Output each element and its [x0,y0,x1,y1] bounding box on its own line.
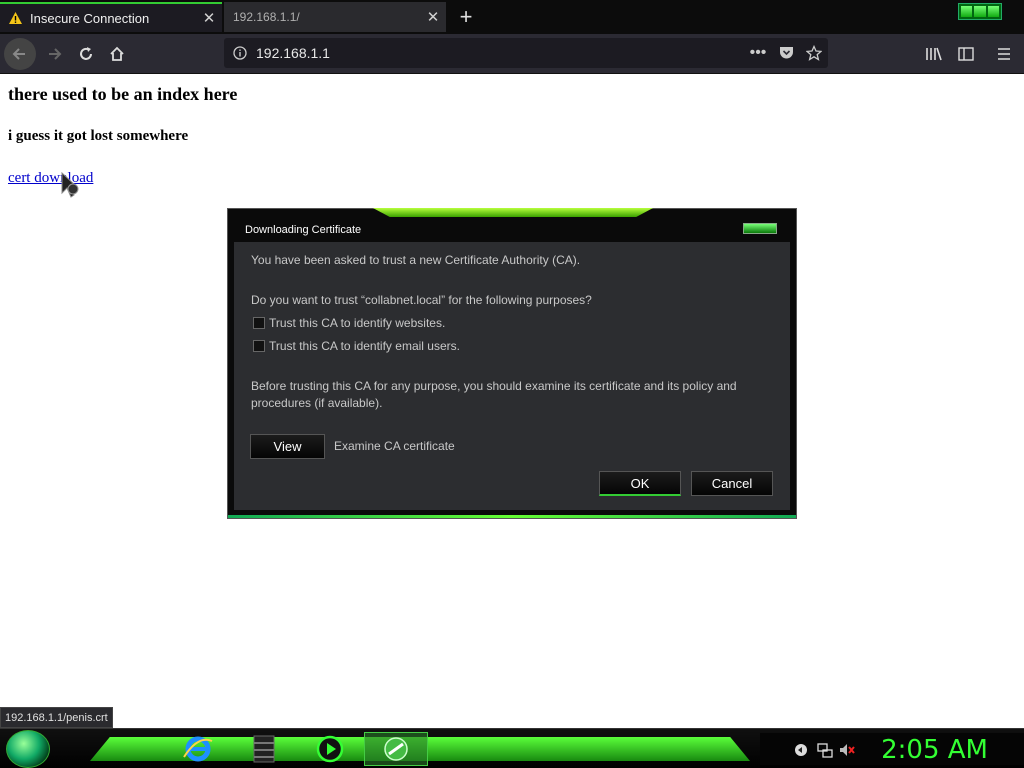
reload-icon [80,47,92,60]
pocket-icon[interactable] [772,46,800,60]
library-icon[interactable] [918,38,950,70]
back-button[interactable] [4,38,36,70]
window-controls[interactable] [958,3,1002,20]
url-text[interactable]: 192.168.1.1 [256,45,744,61]
trust-websites-checkbox[interactable] [253,317,265,329]
dialog-intro-text: You have been asked to trust a new Certi… [251,253,581,267]
dialog-warning-text: Before trusting this CA for any purpose,… [251,379,737,410]
forward-arrow-icon [49,48,62,60]
tab-strip: Insecure Connection ✕ 192.168.1.1/ ✕ + [0,0,1024,34]
volume-muted-icon[interactable] [838,741,856,759]
sidebar-icon[interactable] [950,38,982,70]
trust-email-checkbox[interactable] [253,340,265,352]
forward-button[interactable] [38,38,70,70]
tab-title: Insecure Connection [30,10,150,26]
trust-email-checkbox-row[interactable]: Trust this CA to identify email users. [253,339,460,353]
taskbar: 2:05 AM [0,728,1024,768]
warning-icon [0,11,30,25]
close-tab-icon[interactable]: ✕ [196,5,222,31]
certificate-dialog: Downloading Certificate You have been as… [227,208,797,519]
dialog-close-button[interactable] [743,223,777,234]
page-subheading: i guess it got lost somewhere [8,128,189,144]
start-button[interactable] [6,730,50,768]
tray-app-icon[interactable] [792,741,810,759]
info-icon[interactable] [224,46,256,60]
internet-explorer-icon[interactable] [180,732,216,766]
reload-button[interactable] [70,38,102,70]
active-window-icon[interactable] [364,732,428,766]
dialog-body: You have been asked to trust a new Certi… [234,242,790,510]
dialog-title: Downloading Certificate [245,224,362,236]
dialog-top-glow [373,208,653,217]
menu-icon[interactable] [988,38,1020,70]
mouse-cursor-icon [61,171,79,198]
network-icon[interactable] [816,741,834,759]
trust-websites-checkbox-row[interactable]: Trust this CA to identify websites. [253,316,445,330]
clock[interactable]: 2:05 AM [881,735,988,765]
winrar-icon[interactable] [246,732,282,766]
page-actions-icon[interactable]: ••• [744,44,772,62]
home-button[interactable] [101,38,133,70]
view-button[interactable]: View [250,434,325,459]
home-icon [110,46,124,61]
url-bar[interactable]: 192.168.1.1 ••• [224,38,828,68]
dialog-question-text: Do you want to trust “collabnet.local” f… [251,293,592,307]
tab-title: 192.168.1.1/ [233,10,300,24]
status-url-tooltip: 192.168.1.1/penis.crt [0,707,113,728]
cancel-button[interactable]: Cancel [691,471,773,496]
tab-insecure-connection[interactable]: Insecure Connection ✕ [0,2,222,32]
media-player-icon[interactable] [312,732,348,766]
view-description: Examine CA certificate [334,439,455,453]
dialog-bottom-glow [228,515,796,518]
trust-websites-label[interactable]: Trust this CA to identify websites. [269,316,445,330]
bookmark-star-icon[interactable] [800,45,828,61]
navigation-bar: 192.168.1.1 ••• [0,34,1024,74]
system-tray: 2:05 AM [760,733,1024,765]
back-arrow-icon [12,48,25,60]
new-tab-button[interactable]: + [452,4,480,30]
close-tab-icon[interactable]: ✕ [420,4,446,30]
ok-button[interactable]: OK [599,471,681,496]
trust-email-label[interactable]: Trust this CA to identify email users. [269,339,460,353]
tab-192-168-1-1[interactable]: 192.168.1.1/ ✕ [224,2,446,32]
page-heading: there used to be an index here [8,84,238,104]
